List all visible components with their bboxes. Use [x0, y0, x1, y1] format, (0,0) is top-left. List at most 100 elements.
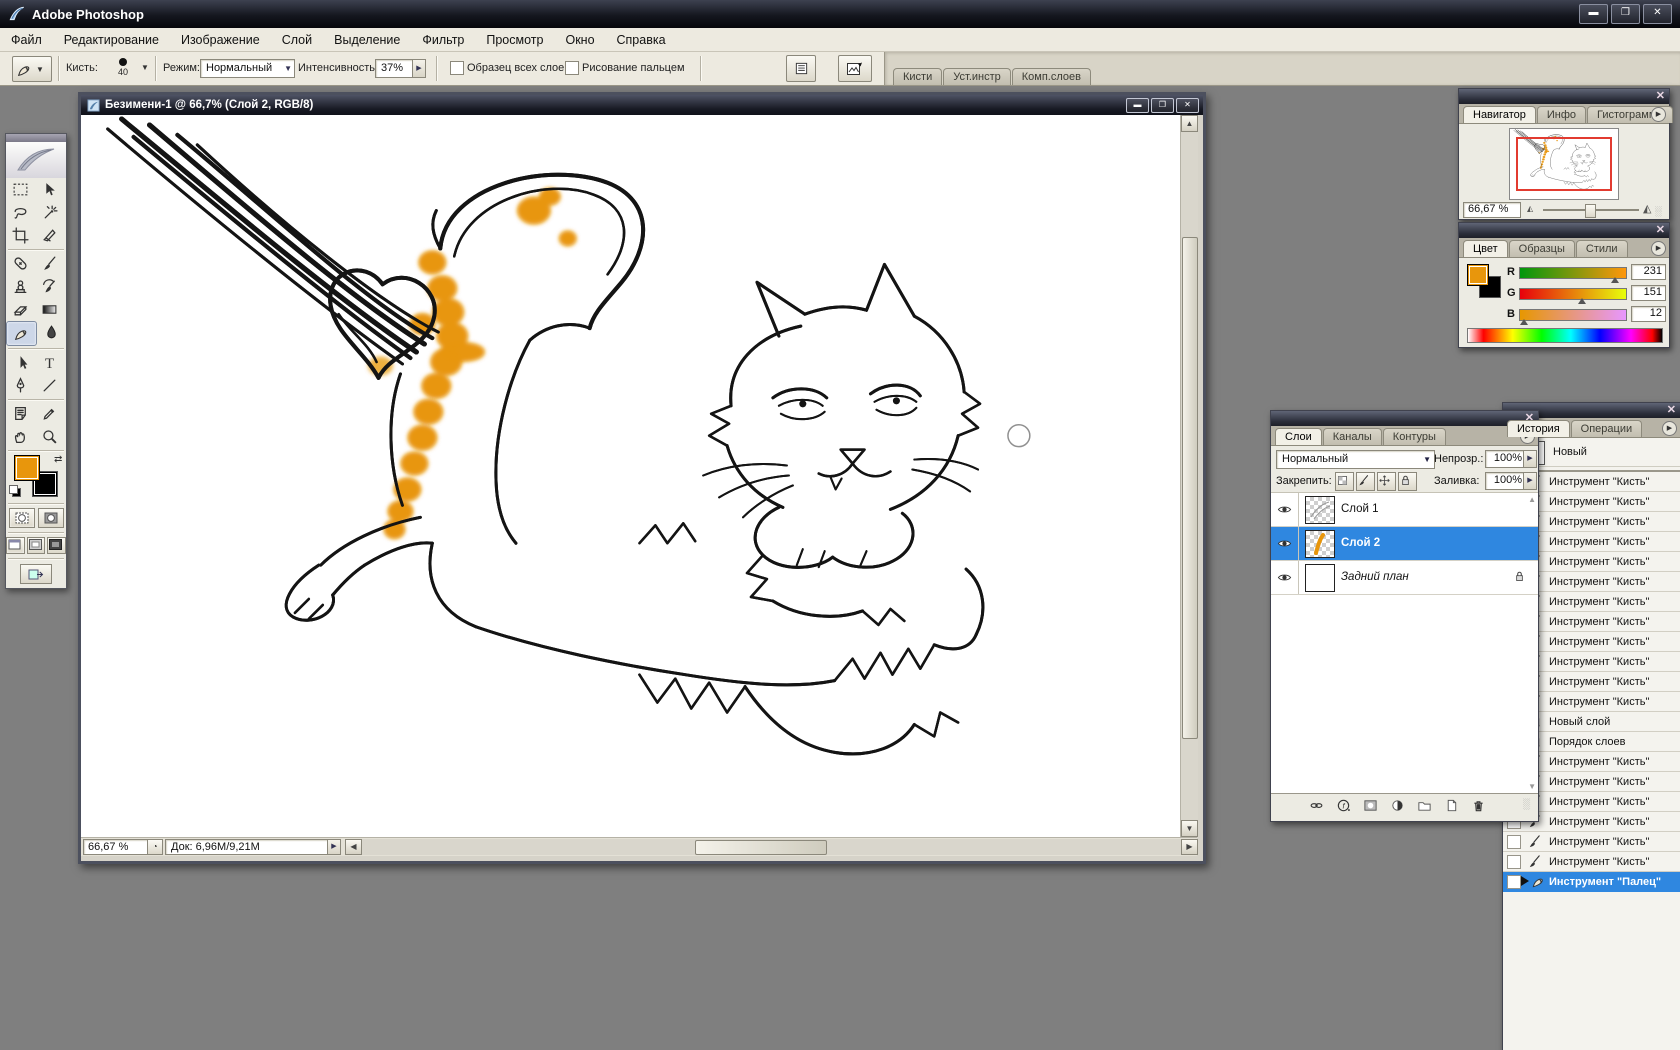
- lock-brush-button[interactable]: [1356, 472, 1375, 491]
- palette-toggle-button[interactable]: [786, 55, 816, 82]
- layer-thumbnail[interactable]: [1305, 564, 1335, 592]
- history-state-20[interactable]: Инструмент "Кисть": [1503, 852, 1680, 872]
- lock-lock-move-button[interactable]: [1377, 472, 1396, 491]
- pen-tool[interactable]: [6, 374, 35, 397]
- close-icon[interactable]: ✕: [1656, 91, 1665, 102]
- app-close-button[interactable]: ✕: [1643, 4, 1672, 24]
- blend-mode-select[interactable]: Нормальный ▼: [200, 59, 295, 78]
- layers-titlebar[interactable]: ✕: [1271, 411, 1538, 426]
- channel-R-input[interactable]: 231: [1631, 264, 1666, 280]
- navigator-zoom-input[interactable]: 66,67 %: [1463, 202, 1521, 218]
- zoom-percent-input[interactable]: 66,67 %: [83, 839, 149, 855]
- history-brush-tool[interactable]: [35, 275, 64, 298]
- layers-tab-1[interactable]: Слои: [1275, 428, 1322, 445]
- navigator-zoom-slider-thumb[interactable]: [1585, 204, 1596, 218]
- history-source-well[interactable]: [1507, 875, 1521, 889]
- color-menu-icon[interactable]: ▶: [1651, 241, 1666, 256]
- menu-2[interactable]: Редактирование: [53, 29, 170, 51]
- status-menu-arrow[interactable]: ▶: [327, 839, 341, 855]
- brush-tool[interactable]: [35, 252, 64, 275]
- doc-minimize-button[interactable]: ▬: [1126, 98, 1149, 113]
- color-titlebar[interactable]: ✕: [1459, 223, 1669, 238]
- doc-close-button[interactable]: ✕: [1176, 98, 1199, 113]
- menu-4[interactable]: Слой: [271, 29, 323, 51]
- layers-tab-3[interactable]: Контуры: [1383, 428, 1446, 445]
- resize-grip-icon[interactable]: ░: [1523, 799, 1536, 812]
- color-tab-2[interactable]: Образцы: [1509, 240, 1575, 257]
- navigator-tab-2[interactable]: Инфо: [1537, 106, 1586, 123]
- navigator-menu-icon[interactable]: ▶: [1651, 107, 1666, 122]
- scroll-down-icon[interactable]: ▼: [1181, 820, 1198, 837]
- menu-9[interactable]: Справка: [606, 29, 677, 51]
- color-tab-3[interactable]: Стили: [1576, 240, 1628, 257]
- menu-6[interactable]: Фильтр: [411, 29, 475, 51]
- fullscreen-mode-button[interactable]: [47, 537, 66, 554]
- strength-spinner[interactable]: ▶: [412, 59, 426, 78]
- history-state-19[interactable]: Инструмент "Кисть": [1503, 832, 1680, 852]
- lock-lock-button[interactable]: [1398, 472, 1417, 491]
- color-spectrum-ramp[interactable]: [1467, 328, 1663, 343]
- magic-wand-tool[interactable]: [35, 201, 64, 224]
- swap-colors-icon[interactable]: ⇄: [54, 454, 62, 465]
- canvas[interactable]: [81, 115, 1180, 837]
- navigator-titlebar[interactable]: ✕: [1459, 89, 1669, 104]
- navigator-view-box[interactable]: [1516, 137, 1612, 191]
- layers-scroll-down-icon[interactable]: ▼: [1528, 782, 1536, 791]
- navigator-tab-1[interactable]: Навигатор: [1463, 106, 1536, 123]
- well-tab-3[interactable]: Комп.слоев: [1012, 68, 1091, 85]
- layer-style-button[interactable]: f: [1336, 798, 1351, 813]
- channel-B-slider[interactable]: [1519, 309, 1627, 321]
- crop-tool[interactable]: [6, 224, 35, 247]
- history-state-21[interactable]: Инструмент "Палец": [1503, 872, 1680, 892]
- chevron-down-icon[interactable]: ▼: [141, 63, 149, 72]
- line-tool[interactable]: [35, 374, 64, 397]
- healing-brush-tool[interactable]: [6, 252, 35, 275]
- jump-to-imageready-button[interactable]: [20, 564, 52, 584]
- scroll-up-icon[interactable]: ▲: [1181, 115, 1198, 132]
- layer-thumbnail[interactable]: [1305, 496, 1335, 524]
- color-foreground-swatch[interactable]: [1467, 264, 1489, 286]
- vertical-scroll-thumb[interactable]: [1182, 237, 1198, 739]
- layers-scroll-up-icon[interactable]: ▲: [1528, 495, 1536, 504]
- history-source-well[interactable]: [1507, 835, 1521, 849]
- add-mask-button[interactable]: [1363, 798, 1378, 813]
- eyedropper-tool[interactable]: [35, 402, 64, 425]
- fullscreen-menubar-mode-button[interactable]: [27, 537, 46, 554]
- layer-blend-mode-select[interactable]: Нормальный ▼: [1276, 450, 1435, 469]
- quick-mask-mode-button[interactable]: [38, 508, 64, 528]
- type-tool[interactable]: T: [35, 351, 64, 374]
- history-tab-1[interactable]: История: [1507, 420, 1570, 437]
- slice-tool[interactable]: [35, 224, 64, 247]
- menu-7[interactable]: Просмотр: [475, 29, 554, 51]
- history-menu-icon[interactable]: ▶: [1662, 421, 1677, 436]
- opacity-spinner[interactable]: ▶: [1523, 450, 1537, 468]
- zoom-out-icon[interactable]: ◭: [1527, 204, 1533, 213]
- channel-G-input[interactable]: 151: [1631, 285, 1666, 301]
- channel-R-slider-thumb[interactable]: [1611, 277, 1619, 283]
- scroll-left-icon[interactable]: ◀: [345, 839, 362, 855]
- gradient-tool[interactable]: [35, 298, 64, 321]
- status-options-icon[interactable]: ◔: [147, 839, 163, 855]
- zoom-in-icon[interactable]: ◭: [1643, 202, 1651, 215]
- smudge-tool[interactable]: [6, 321, 37, 346]
- brush-preview-button[interactable]: 40: [108, 55, 138, 82]
- channel-G-slider-thumb[interactable]: [1578, 298, 1586, 304]
- delete-layer-button[interactable]: [1471, 798, 1486, 813]
- lasso-tool[interactable]: [6, 201, 35, 224]
- toolbox-drag-strip[interactable]: [6, 134, 66, 142]
- standard-screen-mode-button[interactable]: [6, 537, 25, 554]
- opacity-input[interactable]: 100%: [1485, 450, 1526, 468]
- canvas-artwork[interactable]: [81, 115, 1180, 837]
- channel-G-slider[interactable]: [1519, 288, 1627, 300]
- notes-tool[interactable]: [6, 402, 35, 425]
- new-group-button[interactable]: [1417, 798, 1432, 813]
- resize-grip-icon[interactable]: ░: [1655, 206, 1667, 218]
- app-maximize-button[interactable]: ❐: [1611, 4, 1640, 24]
- layer-visibility-toggle[interactable]: [1271, 561, 1299, 594]
- new-layer-button[interactable]: [1444, 798, 1459, 813]
- standard-mode-button[interactable]: [9, 508, 35, 528]
- rectangular-marquee-tool[interactable]: [6, 178, 35, 201]
- channel-B-input[interactable]: 12: [1631, 306, 1666, 322]
- vertical-scrollbar[interactable]: ▲ ▼: [1180, 115, 1198, 837]
- hand-tool[interactable]: [6, 425, 35, 448]
